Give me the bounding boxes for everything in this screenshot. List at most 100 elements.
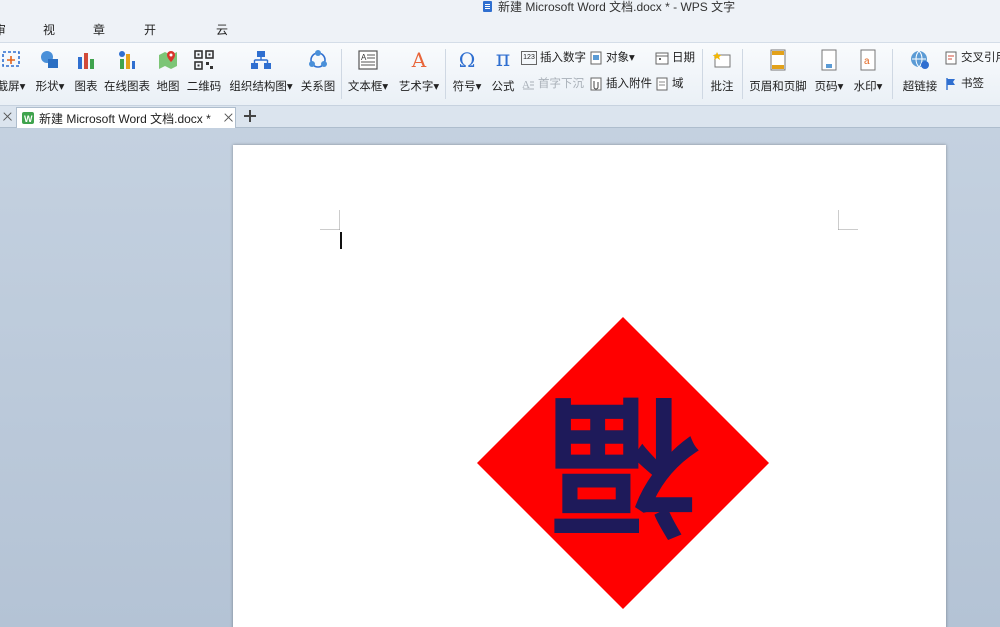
watermark-button[interactable]: a 水印▾ — [851, 47, 885, 103]
hyperlink-button[interactable]: 超链接 — [900, 47, 940, 103]
svg-text:a: a — [864, 56, 870, 67]
formula-label: 公式 — [491, 81, 515, 93]
drop-cap-button: A 首字下沉 — [521, 75, 584, 93]
page-number-icon — [821, 49, 837, 71]
margin-corner-top-left — [320, 210, 340, 230]
pi-icon: π — [495, 47, 511, 72]
ribbon-separator — [341, 49, 342, 99]
online-chart-label: 在线图表 — [104, 81, 150, 93]
insert-number-button[interactable]: 123 插入数字 — [521, 49, 586, 67]
fu-diamond-image[interactable]: 福 — [475, 315, 771, 611]
menu-view[interactable]: 视图 — [43, 20, 55, 57]
insert-attachment-button[interactable]: 插入附件 — [589, 75, 652, 93]
cross-reference-button[interactable]: 交叉引用 — [944, 49, 1000, 67]
header-footer-label: 页眉和页脚 — [749, 81, 807, 93]
shapes-icon — [41, 51, 58, 68]
comment-icon — [712, 52, 731, 68]
online-chart-icon — [119, 51, 135, 69]
relation-icon — [309, 50, 327, 68]
document-workspace: 福 — [0, 128, 1000, 627]
drop-cap-icon: A — [522, 79, 534, 91]
text-cursor — [340, 232, 342, 249]
object-icon — [590, 51, 602, 65]
shapes-label: 形状▾ — [35, 81, 65, 93]
close-tab-icon[interactable] — [222, 112, 234, 124]
wordart-button[interactable]: A 艺术字▾ — [396, 47, 442, 103]
menu-cloud[interactable]: 云服务 — [216, 20, 228, 77]
close-previous-tab-icon[interactable] — [1, 111, 13, 123]
map-button[interactable]: 地图 — [155, 47, 181, 103]
document-tab-label: 新建 Microsoft Word 文档.docx * — [39, 111, 211, 126]
watermark-label: 水印▾ — [853, 81, 883, 93]
bookmark-button[interactable]: 书签 — [944, 75, 984, 93]
window-title-text: 新建 Microsoft Word 文档.docx * - WPS 文字 — [498, 0, 736, 14]
relation-button[interactable]: 关系图 — [299, 47, 337, 103]
chart-button[interactable]: 图表 — [73, 47, 99, 103]
bar-chart-icon — [78, 53, 94, 69]
svg-text:A: A — [361, 53, 367, 62]
title-bar: 新建 Microsoft Word 文档.docx * - WPS 文字 审阅 … — [0, 0, 1000, 97]
attachment-icon — [590, 77, 602, 91]
qrcode-label: 二维码 — [186, 81, 222, 93]
menu-developer[interactable]: 开发工具 — [144, 20, 156, 97]
cross-reference-label: 交叉引用 — [961, 52, 1000, 64]
menu-chapter[interactable]: 章节 — [93, 20, 105, 57]
formula-button[interactable]: π 公式 — [489, 47, 517, 103]
drop-cap-label: 首字下沉 — [538, 78, 584, 90]
field-button[interactable]: 域 — [655, 75, 684, 93]
document-icon — [482, 1, 494, 13]
wordart-icon: A — [411, 48, 427, 72]
svg-text:W: W — [24, 114, 33, 124]
symbol-button[interactable]: Ω 符号▾ — [449, 47, 485, 103]
menu-review[interactable]: 审阅 — [0, 20, 6, 57]
header-footer-button[interactable]: 页眉和页脚 — [748, 47, 808, 103]
textbox-button[interactable]: A 文本框▾ — [345, 47, 391, 103]
margin-corner-top-right — [838, 210, 858, 230]
org-chart-button[interactable]: 组织结构图▾ — [228, 47, 294, 103]
map-label: 地图 — [156, 81, 180, 93]
org-chart-label: 组织结构图▾ — [229, 81, 293, 93]
date-label: 日期 — [672, 52, 695, 64]
document-tab-bar: W 新建 Microsoft Word 文档.docx * — [0, 106, 1000, 128]
wps-writer-doc-icon: W — [22, 112, 34, 124]
ribbon-separator — [702, 49, 703, 99]
map-pin-icon — [159, 51, 177, 69]
object-label: 对象▾ — [606, 52, 635, 64]
document-page[interactable]: 福 — [233, 145, 946, 627]
bookmark-label: 书签 — [961, 78, 984, 90]
hyperlink-label: 超链接 — [902, 81, 938, 93]
screenshot-button[interactable]: 截屏▾ — [0, 47, 28, 103]
comment-button[interactable]: 批注 — [706, 47, 738, 103]
ribbon-separator — [892, 49, 893, 99]
shapes-button[interactable]: 形状▾ — [33, 47, 67, 103]
fu-character: 福 — [548, 376, 699, 550]
insert-attachment-label: 插入附件 — [606, 78, 652, 90]
flag-icon — [946, 78, 955, 90]
insert-number-label: 插入数字 — [540, 52, 586, 64]
symbol-label: 符号▾ — [452, 81, 482, 93]
org-chart-icon — [251, 51, 271, 69]
window-title: 新建 Microsoft Word 文档.docx * - WPS 文字 — [482, 0, 735, 14]
watermark-icon: a — [860, 49, 876, 71]
new-tab-icon[interactable] — [243, 109, 257, 123]
cross-reference-icon — [945, 51, 957, 65]
wordart-label: 艺术字▾ — [398, 81, 440, 93]
qrcode-button[interactable]: 二维码 — [186, 47, 222, 103]
ribbon-separator — [742, 49, 743, 99]
date-button[interactable]: 日期 — [655, 49, 695, 67]
online-chart-button[interactable]: 在线图表 — [104, 47, 150, 103]
number-icon: 123 — [521, 51, 537, 65]
object-button[interactable]: 对象▾ — [589, 49, 635, 67]
document-tab[interactable]: W 新建 Microsoft Word 文档.docx * — [16, 107, 236, 128]
screenshot-icon — [2, 51, 20, 67]
comment-label: 批注 — [710, 81, 734, 93]
page-number-button[interactable]: 页码▾ — [812, 47, 846, 103]
header-footer-icon — [770, 49, 786, 71]
chart-label: 图表 — [74, 81, 98, 93]
ribbon-toolbar: 截屏▾ 形状▾ 图表 在线图表 地图 二维码 组织结构图▾ 关系图 A 文本框▾… — [0, 42, 1000, 106]
field-icon — [656, 77, 668, 91]
ribbon-separator — [445, 49, 446, 99]
relation-label: 关系图 — [300, 81, 336, 93]
field-label: 域 — [672, 78, 684, 90]
screenshot-label: 截屏▾ — [0, 81, 26, 93]
